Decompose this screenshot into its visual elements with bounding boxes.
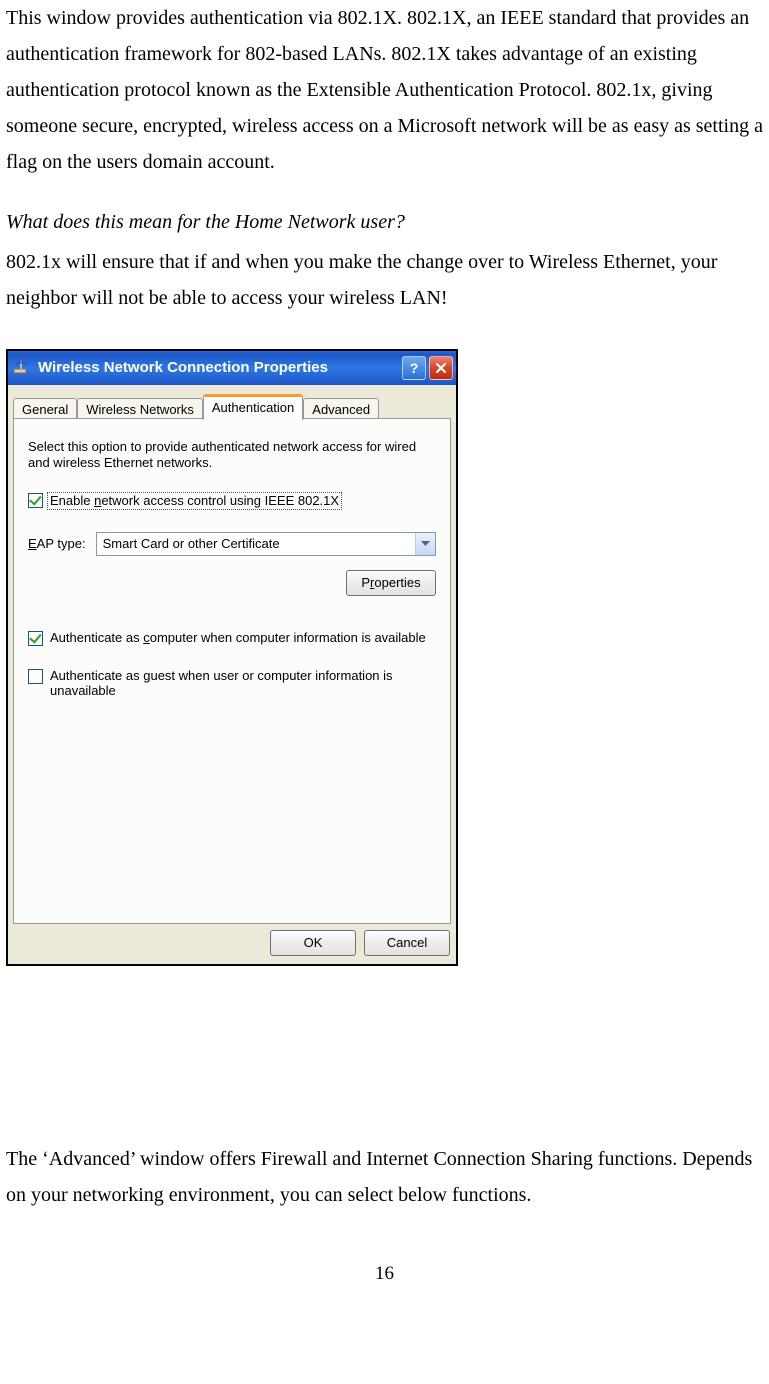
auth-as-guest-checkbox[interactable]: [28, 669, 43, 684]
enable-8021x-label: Enable network access control using IEEE…: [47, 492, 342, 510]
advanced-paragraph: The ‘Advanced’ window offers Firewall an…: [6, 1141, 763, 1213]
eap-type-label: EAP type:: [28, 536, 86, 552]
home-network-question: What does this mean for the Home Network…: [6, 204, 763, 240]
auth-as-computer-label: Authenticate as computer when computer i…: [50, 630, 426, 646]
properties-button[interactable]: Properties: [346, 570, 436, 596]
authentication-panel: Select this option to provide authentica…: [13, 419, 451, 924]
enable-8021x-checkbox-row[interactable]: Enable network access control using IEEE…: [28, 492, 436, 510]
auth-as-guest-label: Authenticate as guest when user or compu…: [50, 668, 436, 699]
enable-8021x-checkbox[interactable]: [28, 493, 43, 508]
eap-type-value: Smart Card or other Certificate: [97, 533, 415, 555]
cancel-button[interactable]: Cancel: [364, 930, 450, 956]
wireless-connection-icon: [12, 358, 32, 378]
tab-authentication[interactable]: Authentication: [203, 394, 303, 420]
auth-as-computer-checkbox[interactable]: [28, 631, 43, 646]
tab-strip: General Wireless Networks Authentication…: [8, 385, 456, 419]
close-button[interactable]: [429, 356, 453, 380]
wireless-properties-dialog: Wireless Network Connection Properties ?…: [6, 349, 458, 966]
tab-general[interactable]: General: [13, 398, 77, 420]
ok-button[interactable]: OK: [270, 930, 356, 956]
eap-type-dropdown[interactable]: Smart Card or other Certificate: [96, 532, 436, 556]
dialog-titlebar[interactable]: Wireless Network Connection Properties ?: [8, 351, 456, 385]
auth-as-computer-row[interactable]: Authenticate as computer when computer i…: [28, 630, 436, 646]
tab-wireless-networks[interactable]: Wireless Networks: [77, 398, 203, 420]
dialog-title: Wireless Network Connection Properties: [38, 359, 402, 377]
page-number: 16: [6, 1257, 763, 1291]
help-button[interactable]: ?: [402, 356, 426, 380]
tab-advanced[interactable]: Advanced: [303, 398, 379, 420]
chevron-down-icon[interactable]: [415, 533, 435, 555]
auth-as-guest-row[interactable]: Authenticate as guest when user or compu…: [28, 668, 436, 699]
home-network-answer: 802.1x will ensure that if and when you …: [6, 244, 763, 316]
intro-paragraph: This window provides authentication via …: [6, 0, 763, 180]
auth-description: Select this option to provide authentica…: [28, 439, 436, 470]
